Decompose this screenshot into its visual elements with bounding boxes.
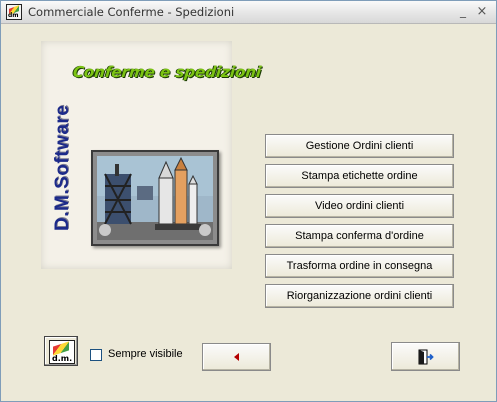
video-ordini-clienti-button[interactable]: Video ordini clienti (265, 194, 454, 218)
gestione-ordini-clienti-button[interactable]: Gestione Ordini clienti (265, 134, 454, 158)
title-bar[interactable]: Commerciale Conferme - Spedizioni _ × (1, 1, 496, 24)
app-window: Commerciale Conferme - Spedizioni _ × Co… (0, 0, 497, 402)
always-visible-checkbox[interactable] (90, 349, 102, 361)
company-name: D.M.Software (52, 104, 73, 231)
dm-logo-icon: d.m. (49, 340, 75, 364)
minimize-button[interactable]: _ (456, 5, 470, 18)
dm-app-icon[interactable] (6, 4, 22, 20)
dm-logo-text: d.m. (52, 354, 73, 363)
splash-image: Conferme e spedizioni D.M.Software (41, 41, 262, 269)
exit-button[interactable] (391, 342, 460, 371)
back-button[interactable] (202, 343, 271, 371)
close-button[interactable]: × (475, 5, 489, 19)
stampa-conferma-ordine-button[interactable]: Stampa conferma d'ordine (265, 224, 454, 248)
exit-door-icon (418, 349, 434, 365)
dm-logo-button[interactable]: d.m. (44, 336, 78, 366)
triangle-left-icon (234, 353, 239, 361)
stampa-etichette-ordine-button[interactable]: Stampa etichette ordine (265, 164, 454, 188)
trasforma-ordine-consegna-button[interactable]: Trasforma ordine in consegna (265, 254, 454, 278)
always-visible-label[interactable]: Sempre visibile (108, 348, 183, 360)
window-title: Commerciale Conferme - Spedizioni (28, 5, 235, 19)
splash-title: Conferme e spedizioni (72, 63, 263, 81)
riorganizzazione-ordini-button[interactable]: Riorganizzazione ordini clienti (265, 284, 454, 308)
space-shuttle-launch-icon (91, 150, 219, 246)
